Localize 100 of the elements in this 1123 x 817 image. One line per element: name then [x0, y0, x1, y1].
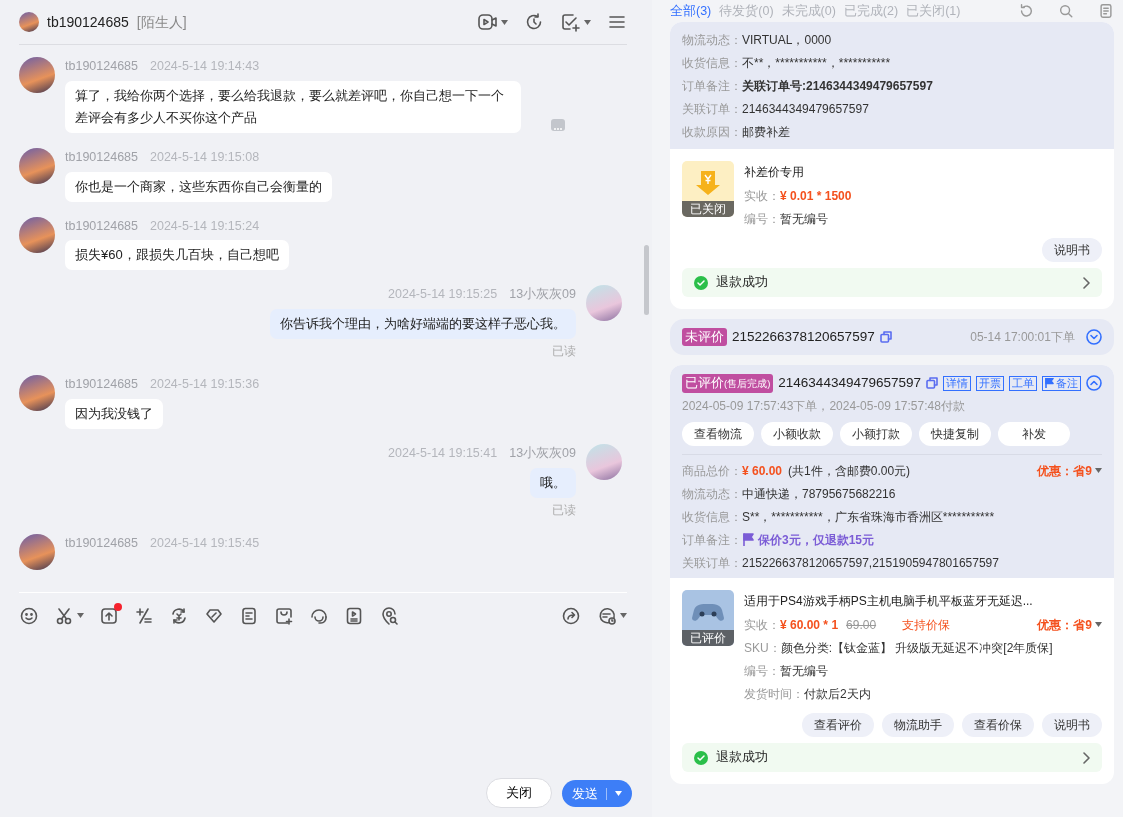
field-value: 2152266378120657597,2151905947801657597 — [742, 554, 999, 572]
order-action-button[interactable]: 快捷复制 — [919, 422, 991, 446]
refund-status-bar[interactable]: 退款成功 — [682, 268, 1102, 297]
message-bubble: 你也是一个商家，这些东西你自己会衡量的 — [65, 171, 332, 202]
field-value: 颜色分类:【钛金蓝】 升级版无延迟不冲突[2年质保] — [780, 639, 1053, 657]
order-times: 2024-05-09 17:57:43下单，2024-05-09 17:57:48付款 — [682, 398, 966, 415]
sender-name: tb190124685 — [65, 217, 138, 235]
search-icon — [1058, 3, 1074, 19]
refresh-button[interactable] — [524, 12, 544, 32]
emoji-icon — [19, 605, 39, 626]
document-icon — [1098, 3, 1114, 19]
receipt-button[interactable] — [239, 605, 259, 626]
user-avatar — [19, 57, 55, 93]
field-label: 订单备注： — [682, 77, 742, 95]
field-value: 2146344349479657597 — [742, 100, 869, 118]
close-button[interactable]: 关闭 — [486, 778, 552, 808]
field-label: 订单备注： — [682, 531, 742, 549]
scheduled-message-button[interactable] — [597, 605, 627, 626]
message-time: 2024-5-14 19:14:43 — [150, 58, 260, 75]
copy-button[interactable] — [926, 377, 938, 389]
field-label: 实收： — [744, 187, 780, 205]
order-link[interactable]: 开票 — [976, 375, 1004, 391]
copy-icon — [879, 331, 892, 343]
field-value: 付款后2天内 — [804, 685, 871, 703]
price-value: ¥ 60.00 * 1 — [780, 616, 839, 634]
order-link[interactable]: 详情 — [943, 375, 971, 391]
currency-exchange-button[interactable] — [169, 605, 189, 626]
message-time: 2024-5-14 19:15:45 — [150, 534, 260, 552]
order-link[interactable]: 备注 — [1042, 375, 1081, 391]
field-label: 编号： — [744, 210, 780, 228]
price-value: ¥ 60.00 — [742, 462, 783, 480]
field-label: 商品总价： — [682, 462, 742, 480]
action-button[interactable]: 说明书 — [1042, 713, 1102, 737]
field-value: 不**，***********，*********** — [742, 54, 891, 72]
sender-name: tb190124685 — [65, 534, 138, 552]
send-button[interactable]: 发送 — [562, 780, 632, 807]
order-action-button[interactable]: 小额打款 — [840, 422, 912, 446]
order-number: 2152266378120657597 — [732, 327, 875, 346]
refresh-icon — [524, 12, 544, 32]
collapse-icon[interactable] — [1086, 375, 1102, 391]
user-avatar — [19, 375, 55, 411]
currency-exchange-icon — [169, 605, 189, 626]
field-value: S**，***********，广东省珠海市香洲区*********** — [742, 508, 995, 526]
video-button[interactable] — [477, 12, 508, 32]
message-bubble: 因为我没钱了 — [65, 398, 163, 429]
upload-button[interactable] — [99, 605, 119, 626]
field-value: 中通快递，78795675682216 — [742, 485, 896, 503]
message-time: 2024-5-14 19:15:08 — [150, 148, 260, 166]
field-label: 收货信息： — [682, 54, 742, 72]
message-bubble: 算了，我给你两个选择，要么给我退款，要么就差评吧，你自己想一下一个差评会有多少人不买你这个产品 — [65, 80, 521, 133]
read-status: 已读 — [552, 343, 576, 360]
action-button[interactable]: 查看价保 — [962, 713, 1034, 737]
action-button[interactable]: 说明书 — [1042, 238, 1102, 262]
forward-button[interactable] — [561, 605, 581, 626]
task-add-button[interactable] — [560, 12, 591, 32]
chevron-right-icon — [1082, 751, 1090, 764]
sender-name: tb190124685 — [65, 58, 138, 75]
flag-icon — [742, 533, 754, 546]
scrollbar-thumb[interactable] — [644, 245, 649, 315]
bag-add-button[interactable] — [274, 605, 294, 626]
caret-icon — [620, 613, 627, 618]
field-label: 物流动态： — [682, 485, 742, 503]
video-card-button[interactable] — [344, 605, 364, 626]
search-button[interactable] — [1058, 3, 1074, 19]
copy-button[interactable] — [879, 331, 892, 343]
sender-name: tb190124685 — [65, 148, 138, 166]
order-link[interactable]: 工单 — [1009, 375, 1037, 391]
video-card-icon — [344, 605, 364, 626]
order-tab[interactable]: 全部(3) — [670, 1, 712, 21]
sender-name: 13小灰灰09 — [509, 286, 576, 304]
emoji-button[interactable] — [19, 605, 39, 626]
flag-icon — [1045, 378, 1054, 388]
calculator-button[interactable] — [134, 605, 154, 626]
field-label: 收货信息： — [682, 508, 742, 526]
scissors-button[interactable] — [54, 605, 84, 626]
refund-status-bar[interactable]: 退款成功 — [682, 743, 1102, 772]
field-value: 暂无编号 — [780, 210, 828, 228]
product-title[interactable]: 补差价专用 — [744, 161, 1102, 184]
order-number: 2146344349479657597 — [778, 373, 921, 392]
expand-icon[interactable] — [1086, 329, 1102, 345]
message-time: 2024-5-14 19:15:24 — [150, 217, 260, 235]
action-button[interactable]: 物流助手 — [882, 713, 954, 737]
document-button[interactable] — [1098, 3, 1114, 19]
location-search-button[interactable] — [379, 605, 399, 626]
contact-tag: [陌生人] — [136, 11, 187, 33]
field-label: 物流动态： — [682, 31, 742, 49]
field-value: 邮费补差 — [742, 123, 790, 141]
field-label: 关联订单： — [682, 100, 742, 118]
sender-name: 13小灰灰09 — [509, 444, 576, 462]
product-title[interactable]: 适用于PS4游戏手柄PS主机电脑手机平板蓝牙无延迟... — [744, 590, 1102, 613]
field-value: 关联订单号:2146344349479657597 — [742, 77, 933, 95]
order-action-button[interactable]: 补发 — [998, 422, 1070, 446]
order-action-button[interactable]: 小额收款 — [761, 422, 833, 446]
order-note: 保价3元，仅退款15元 — [758, 531, 875, 549]
copy-icon — [926, 377, 938, 389]
refresh-icon — [1018, 3, 1034, 19]
order-action-button[interactable]: 查看物流 — [682, 422, 754, 446]
location-search-icon — [379, 605, 399, 626]
action-button[interactable]: 查看评价 — [802, 713, 874, 737]
chat-clock-icon — [597, 605, 617, 626]
